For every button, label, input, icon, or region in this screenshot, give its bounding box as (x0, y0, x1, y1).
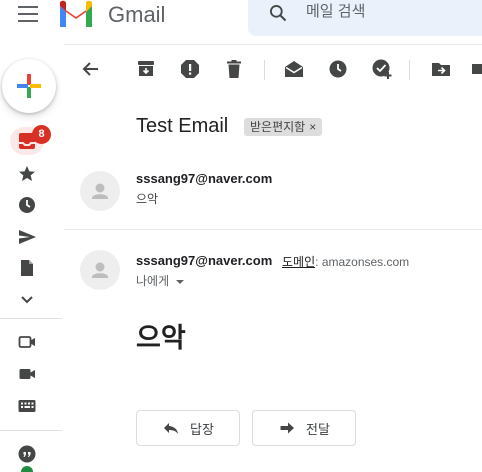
reply-arrow-icon (164, 423, 179, 434)
remove-label-icon[interactable]: × (309, 118, 316, 136)
email-subject: Test Email (136, 115, 229, 137)
domain-label-link[interactable]: 도메인 (282, 255, 315, 269)
snooze-clock-icon[interactable] (327, 58, 349, 80)
report-spam-icon[interactable] (179, 58, 201, 80)
search-input[interactable] (306, 3, 466, 20)
message-snippet[interactable]: 으악 (136, 190, 158, 207)
sent-icon[interactable] (17, 227, 37, 247)
drafts-icon[interactable] (17, 258, 37, 278)
gmail-logo-icon[interactable] (58, 0, 94, 27)
app-title: Gmail (108, 2, 166, 27)
rail-divider (0, 318, 62, 319)
chat-status-dot (21, 466, 33, 472)
top-bar: Gmail (0, 0, 482, 44)
message-sender[interactable]: sssang97@naver.com (136, 171, 272, 186)
search-icon[interactable] (268, 3, 288, 23)
sender-domain-info: 도메인: amazonses.com (282, 253, 409, 270)
toolbar-separator (264, 60, 265, 80)
caret-down-icon[interactable] (176, 279, 185, 284)
recipient-text: 나에게 (136, 274, 170, 288)
starred-icon[interactable] (17, 164, 37, 184)
plus-icon (17, 74, 41, 98)
mark-unread-icon[interactable] (283, 58, 305, 80)
delete-trash-icon[interactable] (223, 58, 245, 80)
reply-label: 답장 (190, 421, 214, 437)
chat-quote-icon[interactable] (17, 444, 37, 464)
rail-divider (0, 430, 62, 431)
add-to-tasks-icon[interactable] (371, 58, 393, 80)
toolbar-separator (409, 60, 410, 80)
main-menu-icon[interactable] (18, 6, 38, 22)
person-icon (92, 262, 108, 278)
back-arrow-icon[interactable] (80, 58, 102, 80)
move-to-icon[interactable] (430, 58, 452, 80)
archive-icon[interactable] (135, 58, 157, 80)
domain-separator: : (315, 255, 319, 269)
avatar[interactable] (80, 250, 120, 290)
person-icon (92, 183, 108, 199)
domain-value: amazonses.com (321, 255, 410, 269)
meet-join-video-icon[interactable] (17, 364, 37, 384)
keyboard-icon[interactable] (17, 396, 37, 416)
label-chip-text: 받은편지함 (250, 120, 306, 134)
message-body: 으악 (136, 323, 186, 354)
reply-button[interactable]: 답장 (136, 410, 240, 446)
chevron-down-icon[interactable] (17, 290, 37, 310)
forward-label: 전달 (306, 421, 330, 437)
label-tag-icon[interactable] (470, 58, 482, 80)
compose-button[interactable] (2, 59, 56, 113)
avatar[interactable] (80, 171, 120, 211)
inbox-label-chip[interactable]: 받은편지함 × (244, 118, 323, 136)
forward-arrow-icon (280, 422, 295, 434)
snoozed-clock-icon[interactable] (17, 195, 37, 215)
meet-new-meeting-icon[interactable] (17, 332, 37, 352)
recipient-details-toggle[interactable]: 나에게 (136, 272, 185, 289)
forward-button[interactable]: 전달 (252, 410, 356, 446)
inbox-unread-badge: 8 (32, 125, 51, 144)
toolbar-divider (64, 44, 482, 45)
message-divider (64, 229, 482, 230)
message-sender[interactable]: sssang97@naver.com (136, 253, 272, 268)
